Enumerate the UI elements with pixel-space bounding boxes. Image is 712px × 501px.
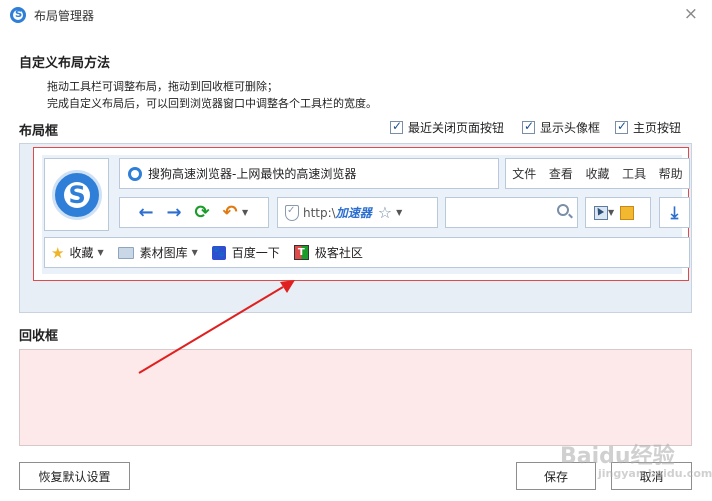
- browser-title-text: 搜狗高速浏览器-上网最快的高速浏览器: [148, 167, 357, 181]
- menu-favorites[interactable]: 收藏: [585, 165, 609, 182]
- avatar-tile[interactable]: S: [44, 158, 109, 231]
- title-toolbar[interactable]: 搜狗高速浏览器-上网最快的高速浏览器: [119, 158, 499, 189]
- home-button-checkbox[interactable]: 主页按钮: [615, 118, 681, 136]
- download-toolbar[interactable]: ⤓: [659, 197, 690, 228]
- option-checkboxes: 最近关闭页面按钮 显示头像框 主页按钮: [390, 118, 690, 136]
- plugin-icon[interactable]: [620, 205, 635, 220]
- forward-arrow-icon[interactable]: →: [160, 201, 188, 225]
- tools-toolbar[interactable]: ▼: [585, 197, 651, 228]
- layout-frame-heading: 布局框: [19, 124, 59, 139]
- favorite-label: 极客社区: [314, 246, 363, 260]
- close-icon[interactable]: ×: [684, 4, 698, 24]
- toolbar-preview: S 搜狗高速浏览器-上网最快的高速浏览器 文件 查看 收藏 工具 帮助 ← → …: [33, 147, 690, 281]
- baidu-watermark: Baidu经验 jingyan.baidu.com: [560, 438, 712, 480]
- restore-defaults-button[interactable]: 恢复默认设置: [19, 462, 130, 490]
- menu-tools[interactable]: 工具: [622, 165, 646, 182]
- favorite-label: 百度一下: [231, 246, 280, 260]
- sogou-logo-icon: [128, 166, 142, 181]
- sogou-logo-icon: S: [51, 169, 102, 220]
- avatar-frame-checkbox[interactable]: 显示头像框: [522, 118, 600, 136]
- baidu-paw-icon: 🐾: [211, 245, 226, 260]
- navigation-toolbar[interactable]: ← → ⟳ ↶ ▼: [119, 197, 269, 228]
- checkbox-label: 主页按钮: [633, 120, 682, 135]
- search-box[interactable]: [445, 197, 578, 228]
- recycle-heading: 回收框: [19, 329, 59, 344]
- title-bar: S 布局管理器 ×: [0, 0, 712, 30]
- address-bar[interactable]: http:\ 加速器 ☆ ▼: [277, 197, 438, 228]
- star-icon[interactable]: ☆: [378, 203, 392, 222]
- undo-closed-icon[interactable]: ↶: [216, 201, 244, 225]
- star-icon: ★: [51, 243, 65, 262]
- watermark-text: Baidu经验: [560, 444, 675, 469]
- cursor-icon[interactable]: [594, 205, 608, 220]
- checkbox-label: 最近关闭页面按钮: [408, 120, 505, 135]
- search-icon[interactable]: [557, 204, 569, 216]
- checkbox-checked-icon[interactable]: [522, 119, 535, 134]
- chevron-down-icon: ▼: [191, 248, 198, 257]
- address-text: http:\: [303, 205, 336, 220]
- menu-view[interactable]: 查看: [549, 165, 573, 182]
- favorite-link[interactable]: T 极客社区: [293, 244, 363, 261]
- accelerator-label: 加速器: [335, 206, 372, 220]
- shield-icon: [285, 204, 299, 221]
- instruction-line-2: 完成自定义布局后，可以回到浏览器窗口中调整各个工具栏的宽度。: [47, 97, 377, 110]
- recent-closed-checkbox[interactable]: 最近关闭页面按钮: [390, 118, 504, 136]
- checkbox-checked-icon[interactable]: [615, 119, 628, 134]
- watermark-sub: jingyan.baidu.com: [598, 467, 712, 480]
- menu-help[interactable]: 帮助: [659, 165, 683, 182]
- download-icon[interactable]: ⤓: [671, 203, 679, 223]
- window-title: 布局管理器: [34, 9, 95, 23]
- favorites-menu[interactable]: ★ 收藏 ▼: [51, 244, 104, 262]
- chevron-down-icon[interactable]: ▼: [608, 208, 614, 217]
- menu-toolbar[interactable]: 文件 查看 收藏 工具 帮助: [505, 158, 690, 189]
- layout-frame: S 搜狗高速浏览器-上网最快的高速浏览器 文件 查看 收藏 工具 帮助 ← → …: [19, 143, 692, 313]
- favorite-folder[interactable]: 素材图库 ▼: [117, 244, 198, 261]
- checkbox-label: 显示头像框: [540, 120, 601, 135]
- chevron-down-icon[interactable]: ▼: [242, 208, 248, 217]
- favorites-label: 收藏: [69, 246, 94, 260]
- custom-layout-heading: 自定义布局方法: [19, 56, 111, 71]
- chevron-down-icon[interactable]: ▼: [396, 208, 402, 217]
- instruction-line-1: 拖动工具栏可调整布局，拖动到回收框可删除；: [47, 80, 278, 93]
- recycle-box[interactable]: [19, 349, 692, 446]
- geek-community-icon: T: [293, 245, 309, 260]
- chevron-down-icon: ▼: [97, 248, 104, 257]
- checkbox-checked-icon[interactable]: [390, 119, 403, 134]
- folder-icon: [117, 246, 134, 259]
- sogou-logo-icon: S: [10, 7, 26, 23]
- favorite-label: 素材图库: [139, 246, 188, 260]
- refresh-icon[interactable]: ⟳: [188, 201, 216, 225]
- favorites-bar[interactable]: ★ 收藏 ▼ 素材图库 ▼ 🐾 百度一下 T 极客社区: [44, 237, 690, 268]
- toolbar-preview-area: S 搜狗高速浏览器-上网最快的高速浏览器 文件 查看 收藏 工具 帮助 ← → …: [42, 155, 690, 274]
- back-arrow-icon[interactable]: ←: [132, 201, 160, 225]
- menu-file[interactable]: 文件: [512, 165, 536, 182]
- favorite-link[interactable]: 🐾 百度一下: [211, 244, 280, 261]
